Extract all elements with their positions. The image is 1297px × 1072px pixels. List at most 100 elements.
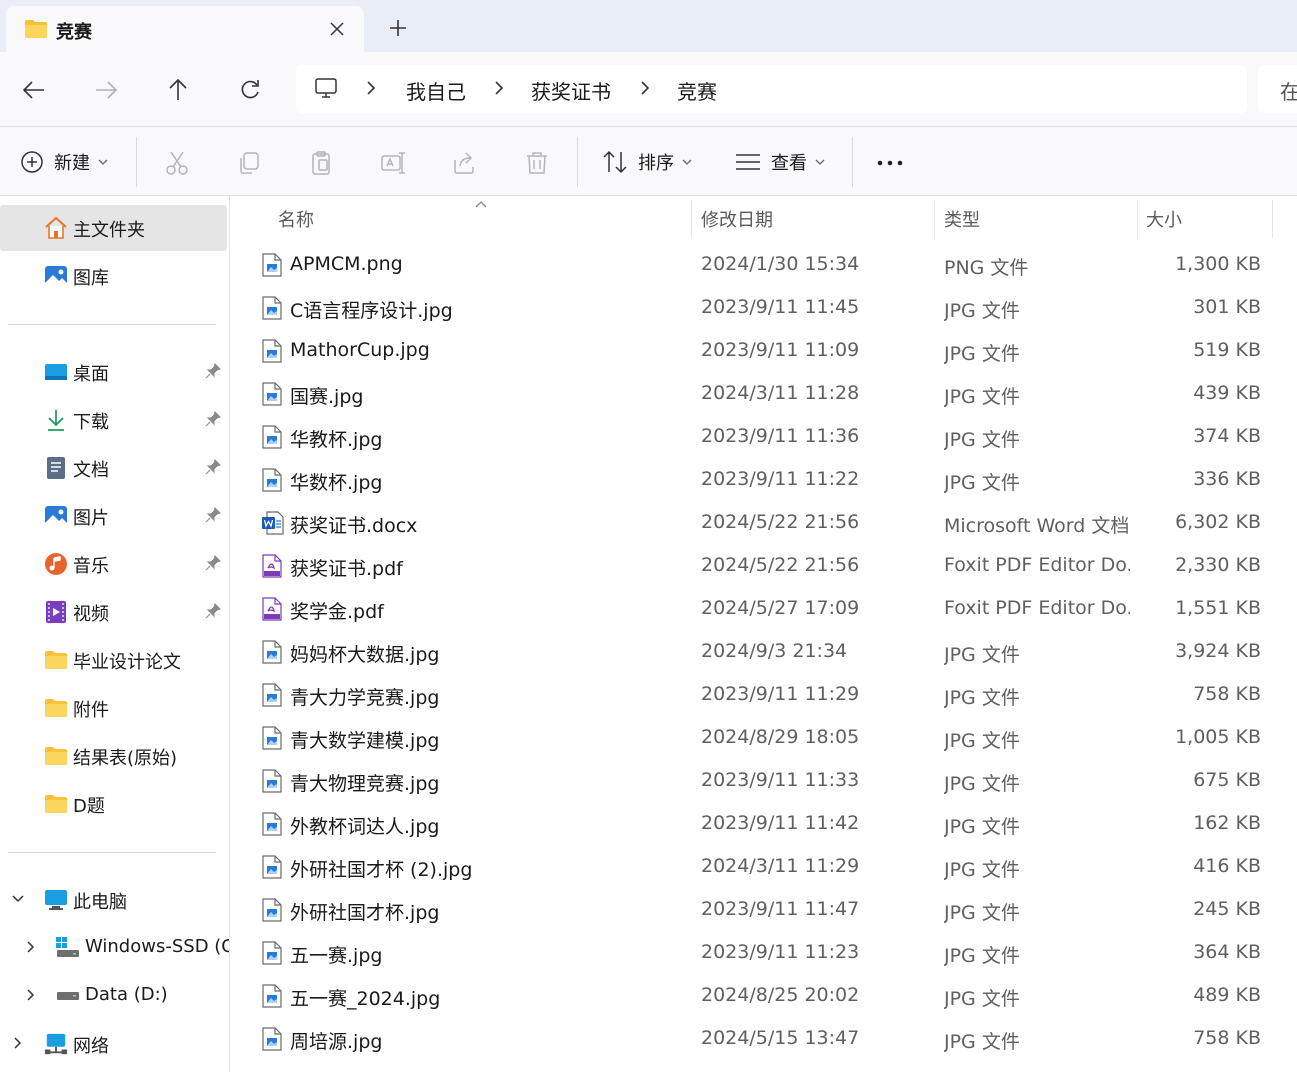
sort-button[interactable]: 排序 bbox=[602, 141, 692, 183]
chevron-down-icon bbox=[815, 159, 825, 165]
rename-button[interactable] bbox=[377, 147, 409, 179]
file-row[interactable]: 青大力学竞赛.jpg 2023/9/11 11:29 JPG 文件 758 KB bbox=[231, 673, 1297, 716]
sidebar-label: 下载 bbox=[73, 412, 109, 433]
sidebar-item-gallery[interactable]: 图库 bbox=[0, 253, 229, 299]
forward-button[interactable] bbox=[86, 70, 126, 110]
delete-button[interactable] bbox=[521, 147, 553, 179]
column-size[interactable]: 大小 bbox=[1146, 206, 1182, 232]
chevron-right-icon[interactable] bbox=[24, 987, 38, 1006]
file-name: 青大数学建模.jpg bbox=[290, 730, 440, 752]
new-button[interactable]: 新建 bbox=[20, 141, 108, 183]
sidebar-item-folder[interactable]: D题 bbox=[0, 781, 229, 827]
sidebar-item-folder[interactable]: 结果表(原始) bbox=[0, 733, 229, 779]
pin-icon[interactable] bbox=[205, 411, 221, 431]
column-divider[interactable] bbox=[934, 200, 935, 238]
file-size: 301 KB bbox=[1193, 296, 1261, 318]
file-modified-date: 2024/8/29 18:05 bbox=[701, 726, 860, 748]
file-row[interactable]: 外研社国才杯 (2).jpg 2024/3/11 11:29 JPG 文件 416 K… bbox=[231, 845, 1297, 888]
file-size: 1,005 KB bbox=[1175, 726, 1261, 748]
file-type: JPG 文件 bbox=[944, 902, 1020, 924]
file-row[interactable]: APMCM.png 2024/1/30 15:34 PNG 文件 1,300 KB bbox=[231, 243, 1297, 286]
file-name: 外教杯词达人.jpg bbox=[290, 816, 440, 838]
column-divider[interactable] bbox=[1272, 200, 1273, 238]
cut-button[interactable] bbox=[161, 147, 193, 179]
drive-icon bbox=[56, 984, 80, 1008]
file-row[interactable]: 五一赛_2024.jpg 2024/8/25 20:02 JPG 文件 489 KB bbox=[231, 974, 1297, 1017]
breadcrumb-competition[interactable]: 竞赛 bbox=[677, 76, 717, 105]
breadcrumb-myself[interactable]: 我自己 bbox=[406, 76, 466, 105]
chevron-right-icon[interactable] bbox=[11, 1035, 25, 1054]
pin-icon[interactable] bbox=[205, 507, 221, 527]
column-name[interactable]: 名称 bbox=[278, 206, 314, 232]
network-icon bbox=[44, 1032, 68, 1056]
sidebar-item-folder[interactable]: 附件 bbox=[0, 685, 229, 731]
chevron-right-icon[interactable] bbox=[640, 79, 650, 101]
sidebar-item-desktop[interactable]: 桌面 bbox=[0, 349, 229, 395]
sidebar-item-drive-c[interactable]: Windows-SSD (C bbox=[0, 925, 229, 971]
share-button[interactable] bbox=[449, 147, 481, 179]
file-row[interactable]: 外研社国才杯.jpg 2023/9/11 11:47 JPG 文件 245 KB bbox=[231, 888, 1297, 931]
paste-button[interactable] bbox=[305, 147, 337, 179]
search-box[interactable]: 在 bbox=[1258, 65, 1297, 113]
pin-icon[interactable] bbox=[205, 363, 221, 383]
sidebar-label: 桌面 bbox=[73, 364, 109, 385]
sidebar-item-music[interactable]: 音乐 bbox=[0, 541, 229, 587]
sidebar-item-home[interactable]: 主文件夹 bbox=[0, 205, 227, 251]
plus-icon bbox=[390, 20, 406, 36]
pin-icon[interactable] bbox=[205, 459, 221, 479]
file-size: 2,330 KB bbox=[1175, 554, 1261, 576]
chevron-right-icon[interactable] bbox=[366, 79, 376, 101]
sidebar-item-videos[interactable]: 视频 bbox=[0, 589, 229, 635]
file-row[interactable]: MathorCup.jpg 2023/9/11 11:09 JPG 文件 519 KB bbox=[231, 329, 1297, 372]
sidebar-item-downloads[interactable]: 下载 bbox=[0, 397, 229, 443]
file-row[interactable]: 妈妈杯大数据.jpg 2024/9/3 21:34 JPG 文件 3,924 KB bbox=[231, 630, 1297, 673]
pin-icon[interactable] bbox=[205, 603, 221, 623]
sidebar-item-folder[interactable]: 毕业设计论文 bbox=[0, 637, 229, 683]
chevron-right-icon[interactable] bbox=[494, 79, 504, 101]
file-row[interactable]: 国赛.jpg 2024/3/11 11:28 JPG 文件 439 KB bbox=[231, 372, 1297, 415]
address-bar[interactable]: 我自己 获奖证书 竞赛 bbox=[296, 65, 1247, 113]
new-label: 新建 bbox=[54, 153, 90, 174]
file-name: 华数杯.jpg bbox=[290, 472, 383, 494]
more-options-button[interactable] bbox=[874, 147, 906, 179]
file-row[interactable]: 奖学金.pdf 2024/5/27 17:09 Foxit PDF Editor D… bbox=[231, 587, 1297, 630]
folder-icon bbox=[44, 648, 68, 672]
sidebar-item-this-pc[interactable]: 此电脑 bbox=[0, 877, 229, 923]
file-row[interactable]: 获奖证书.pdf 2024/5/22 21:56 Foxit PDF Editor … bbox=[231, 544, 1297, 587]
breadcrumb-certificates[interactable]: 获奖证书 bbox=[531, 76, 611, 105]
file-size: 336 KB bbox=[1193, 468, 1261, 490]
sidebar-item-network[interactable]: 网络 bbox=[0, 1021, 229, 1067]
chevron-down-icon[interactable] bbox=[11, 891, 25, 910]
file-modified-date: 2024/3/11 11:29 bbox=[701, 855, 860, 877]
pin-icon[interactable] bbox=[205, 555, 221, 575]
sidebar-item-drive-d[interactable]: Data (D:) bbox=[0, 973, 229, 1019]
column-modified[interactable]: 修改日期 bbox=[701, 206, 773, 232]
column-type[interactable]: 类型 bbox=[944, 206, 980, 232]
sidebar-item-pictures[interactable]: 图片 bbox=[0, 493, 229, 539]
column-divider[interactable] bbox=[1137, 200, 1138, 238]
file-row[interactable]: 青大数学建模.jpg 2024/8/29 18:05 JPG 文件 1,005 KB bbox=[231, 716, 1297, 759]
close-tab-button[interactable] bbox=[322, 14, 352, 44]
file-row[interactable]: C语言程序设计.jpg 2023/9/11 11:45 JPG 文件 301 KB bbox=[231, 286, 1297, 329]
file-row[interactable]: 外教杯词达人.jpg 2023/9/11 11:42 JPG 文件 162 KB bbox=[231, 802, 1297, 845]
file-row[interactable]: 华数杯.jpg 2023/9/11 11:22 JPG 文件 336 KB bbox=[231, 458, 1297, 501]
file-row[interactable]: 华教杯.jpg 2023/9/11 11:36 JPG 文件 374 KB bbox=[231, 415, 1297, 458]
trash-icon bbox=[527, 152, 547, 174]
file-row[interactable]: 五一赛.jpg 2023/9/11 11:23 JPG 文件 364 KB bbox=[231, 931, 1297, 974]
new-tab-button[interactable] bbox=[380, 12, 416, 44]
column-divider[interactable] bbox=[691, 200, 692, 238]
refresh-button[interactable] bbox=[230, 70, 270, 110]
back-button[interactable] bbox=[14, 70, 54, 110]
file-row[interactable]: 获奖证书.docx 2024/5/22 21:56 Microsoft Word 文… bbox=[231, 501, 1297, 544]
sidebar-item-documents[interactable]: 文档 bbox=[0, 445, 229, 491]
chevron-right-icon[interactable] bbox=[24, 939, 38, 958]
view-button[interactable]: 查看 bbox=[735, 141, 825, 183]
copy-button[interactable] bbox=[233, 147, 265, 179]
file-name: 华教杯.jpg bbox=[290, 429, 383, 451]
gallery-icon bbox=[44, 264, 68, 288]
file-row[interactable]: 青大物理竞赛.jpg 2023/9/11 11:33 JPG 文件 675 KB bbox=[231, 759, 1297, 802]
file-row[interactable]: 周培源.jpg 2024/5/15 13:47 JPG 文件 758 KB bbox=[231, 1017, 1297, 1060]
tab-current[interactable]: 竞赛 bbox=[6, 6, 364, 52]
chevron-down-icon bbox=[98, 159, 108, 165]
up-button[interactable] bbox=[158, 70, 198, 110]
